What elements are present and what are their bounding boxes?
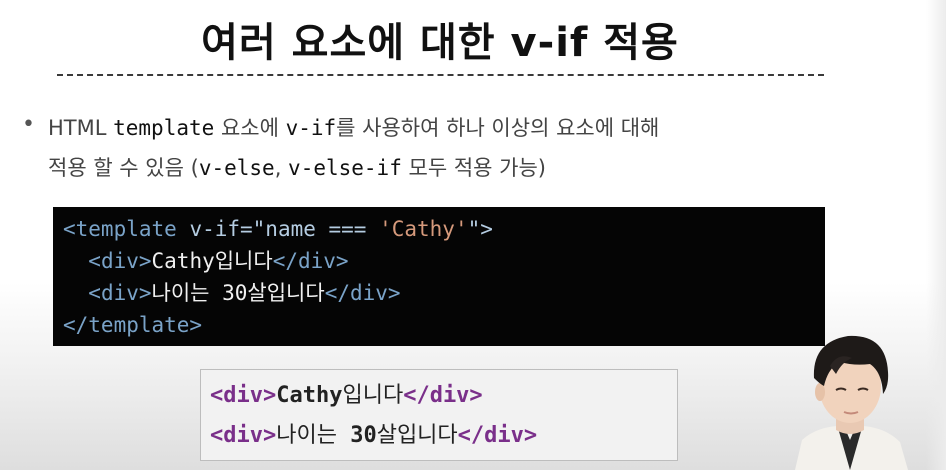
- output-line-2: <div>나이는 30살입니다</div>: [210, 423, 538, 448]
- code-line-1: <template v-if="name === 'Cathy'">: [63, 217, 493, 241]
- code-line-3: <div>나이는 30살입니다</div>: [88, 281, 401, 305]
- slide-description: HTML template 요소에 v-if를 사용하여 하나 이상의 요소에 …: [48, 108, 808, 188]
- presenter-video: [790, 328, 910, 470]
- title-divider: [57, 74, 824, 76]
- description-line-1: HTML template 요소에 v-if를 사용하여 하나 이상의 요소에 …: [48, 116, 660, 140]
- code-line-4: </template>: [63, 313, 203, 337]
- bullet-marker: •: [22, 112, 35, 137]
- code-line-2: <div>Cathy입니다</div>: [88, 249, 349, 273]
- rendered-output-box: <div>Cathy입니다</div> <div>나이는 30살입니다</div…: [200, 369, 678, 461]
- keyword-v-else: v-else: [198, 156, 275, 180]
- keyword-v-else-if: v-else-if: [288, 156, 402, 180]
- keyword-v-if: v-if: [285, 116, 337, 140]
- keyword-template: template: [113, 116, 215, 140]
- slide-title: 여러 요소에 대한 v-if 적용: [201, 20, 679, 66]
- right-edge-shade: [926, 0, 946, 470]
- description-line-2: 적용 할 수 있음 (v-else, v-else-if 모두 적용 가능): [48, 156, 546, 180]
- code-example-block: <template v-if="name === 'Cathy'"> <div>…: [53, 207, 825, 346]
- person-icon: [795, 335, 908, 470]
- output-line-1: <div>Cathy입니다</div>: [210, 383, 483, 408]
